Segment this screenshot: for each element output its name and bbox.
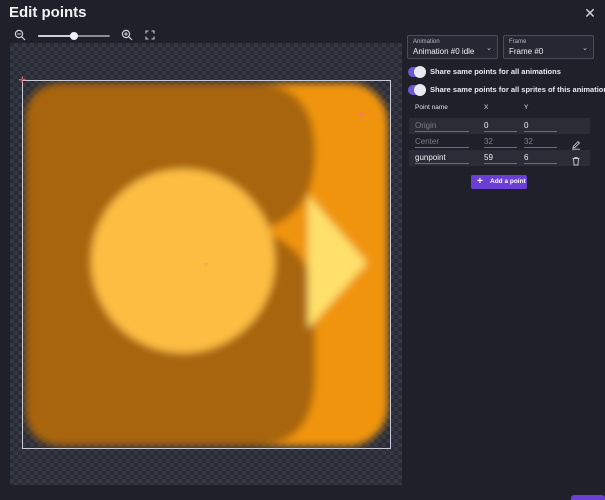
share-points-sprites-toggle[interactable] (408, 84, 426, 96)
zoom-in-icon[interactable] (121, 29, 135, 43)
point-x-field[interactable]: 59 (484, 152, 517, 164)
frame-select-value: Frame #0 (509, 47, 544, 56)
point-name-field: Center (415, 136, 469, 148)
table-row-origin: Origin 0 0 (409, 118, 590, 134)
point-y-field[interactable]: 0 (524, 120, 557, 132)
trash-icon[interactable] (571, 153, 581, 166)
zoom-slider-fill (38, 35, 74, 37)
plus-icon: + (477, 176, 483, 187)
share-points-animations-toggle[interactable] (408, 66, 426, 78)
toggle-knob (414, 66, 426, 78)
fit-screen-icon[interactable] (144, 29, 158, 43)
chevron-down-icon: ⌄ (486, 45, 492, 52)
share-points-animations-label: Share same points for all animations (430, 67, 561, 76)
zoom-slider-thumb[interactable] (70, 32, 78, 40)
animation-select-label: Animation (413, 39, 440, 45)
point-marker-center[interactable]: ▫ (203, 259, 210, 268)
zoom-out-icon[interactable] (14, 29, 28, 43)
header-x: X (484, 104, 489, 111)
edit-icon[interactable] (571, 137, 581, 150)
share-points-sprites-label: Share same points for all sprites of thi… (430, 85, 605, 94)
dialog-title: Edit points (9, 4, 87, 21)
point-marker-gunpoint[interactable]: ✛ (358, 110, 366, 119)
toggle-knob (414, 84, 426, 96)
table-row-gunpoint: gunpoint 59 6 (409, 150, 590, 166)
zoom-slider[interactable] (38, 32, 110, 40)
point-x-field: 32 (484, 136, 517, 148)
point-marker-origin[interactable]: ✛ (19, 75, 27, 84)
header-point-name: Point name (415, 104, 448, 111)
animation-select[interactable]: Animation Animation #0 idle ⌄ (407, 35, 498, 59)
point-name-field: Origin (415, 120, 469, 132)
footer-action-button[interactable] (571, 495, 605, 500)
add-point-button[interactable]: + Add a point (471, 175, 527, 189)
frame-select[interactable]: Frame Frame #0 ⌄ (503, 35, 594, 59)
sprite-canvas[interactable]: ✛ ▫ ✛ (10, 43, 402, 485)
table-row-center: Center 32 32 (409, 134, 590, 150)
add-point-label: Add a point (490, 178, 526, 185)
frame-select-label: Frame (509, 39, 527, 45)
point-name-field[interactable]: gunpoint (415, 152, 469, 164)
chevron-down-icon: ⌄ (582, 45, 588, 52)
point-y-field: 32 (524, 136, 557, 148)
header-y: Y (524, 104, 529, 111)
point-x-field[interactable]: 0 (484, 120, 517, 132)
close-icon[interactable]: ✕ (582, 5, 598, 21)
point-y-field[interactable]: 6 (524, 152, 557, 164)
animation-select-value: Animation #0 idle (413, 47, 475, 56)
